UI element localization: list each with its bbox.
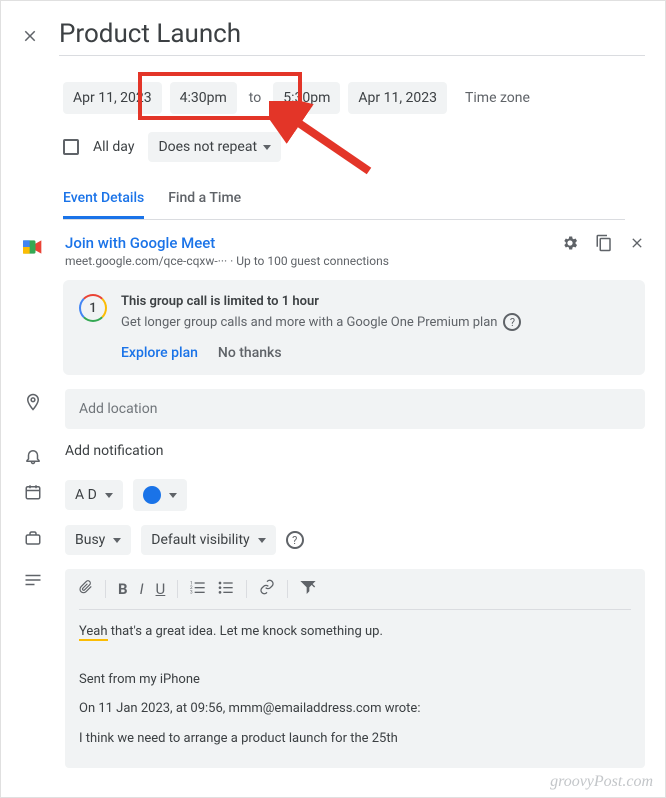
no-thanks-button[interactable]: No thanks (218, 345, 282, 361)
google-one-promo-card: 1 This group call is limited to 1 hour G… (63, 280, 645, 375)
recurrence-dropdown[interactable]: Does not repeat (148, 132, 281, 162)
add-notification-button[interactable]: Add notification (65, 443, 164, 459)
description-editor[interactable]: B I U 123 Yeah that's a great idea. Let … (65, 569, 645, 768)
visibility-dropdown[interactable]: Default visibility (141, 525, 275, 555)
availability-dropdown[interactable]: Busy (65, 525, 131, 555)
promo-title: This group call is limited to 1 hour (121, 294, 629, 309)
tab-find-a-time[interactable]: Find a Time (168, 190, 241, 219)
visibility-help-icon[interactable]: ? (286, 531, 304, 549)
remove-meet-icon[interactable] (629, 235, 645, 255)
allday-checkbox[interactable] (63, 139, 79, 155)
svg-text:3: 3 (190, 590, 193, 594)
italic-button[interactable]: I (140, 580, 144, 598)
chevron-down-icon (169, 493, 177, 498)
event-title[interactable]: Product Launch (59, 19, 645, 56)
copy-meet-icon[interactable] (595, 234, 613, 256)
chevron-down-icon (263, 145, 271, 150)
tab-event-details[interactable]: Event Details (63, 190, 144, 219)
location-icon (23, 393, 43, 411)
end-time-picker[interactable]: 5:30pm (273, 82, 340, 114)
allday-label: All day (93, 139, 134, 155)
link-button[interactable] (259, 579, 275, 599)
calendar-color-dropdown[interactable] (133, 479, 187, 511)
color-swatch (143, 486, 161, 504)
notification-icon (23, 447, 43, 465)
attach-icon[interactable] (79, 579, 93, 599)
meet-settings-icon[interactable] (561, 234, 579, 256)
location-input[interactable]: Add location (65, 389, 645, 429)
underline-button[interactable]: U (156, 580, 166, 598)
promo-help-icon[interactable]: ? (503, 313, 521, 331)
chevron-down-icon (258, 538, 266, 543)
start-time-picker[interactable]: 4:30pm (170, 82, 237, 114)
explore-plan-button[interactable]: Explore plan (121, 345, 198, 361)
end-date-picker[interactable]: Apr 11, 2023 (348, 82, 447, 114)
meet-url-label: meet.google.com/qce-cqxw-··· · Up to 100… (65, 254, 389, 268)
watermark: groovyPost.com (550, 773, 653, 791)
google-meet-link[interactable]: Join with Google Meet (65, 234, 389, 252)
bold-button[interactable]: B (118, 580, 128, 598)
chevron-down-icon (105, 493, 113, 498)
briefcase-icon (23, 529, 43, 547)
calendar-owner-dropdown[interactable]: A D (65, 480, 123, 510)
close-icon[interactable] (21, 27, 39, 49)
numbered-list-button[interactable]: 123 (190, 580, 206, 598)
calendar-icon (23, 483, 43, 501)
start-date-picker[interactable]: Apr 11, 2023 (63, 82, 162, 114)
bullet-list-button[interactable] (218, 580, 234, 598)
promo-subtitle: Get longer group calls and more with a G… (121, 315, 497, 330)
chevron-down-icon (113, 538, 121, 543)
description-icon (23, 573, 43, 587)
google-one-icon: 1 (79, 294, 107, 322)
to-label: to (245, 90, 265, 106)
timezone-button[interactable]: Time zone (465, 90, 530, 106)
clear-format-button[interactable] (300, 579, 316, 599)
meet-icon (23, 238, 43, 256)
